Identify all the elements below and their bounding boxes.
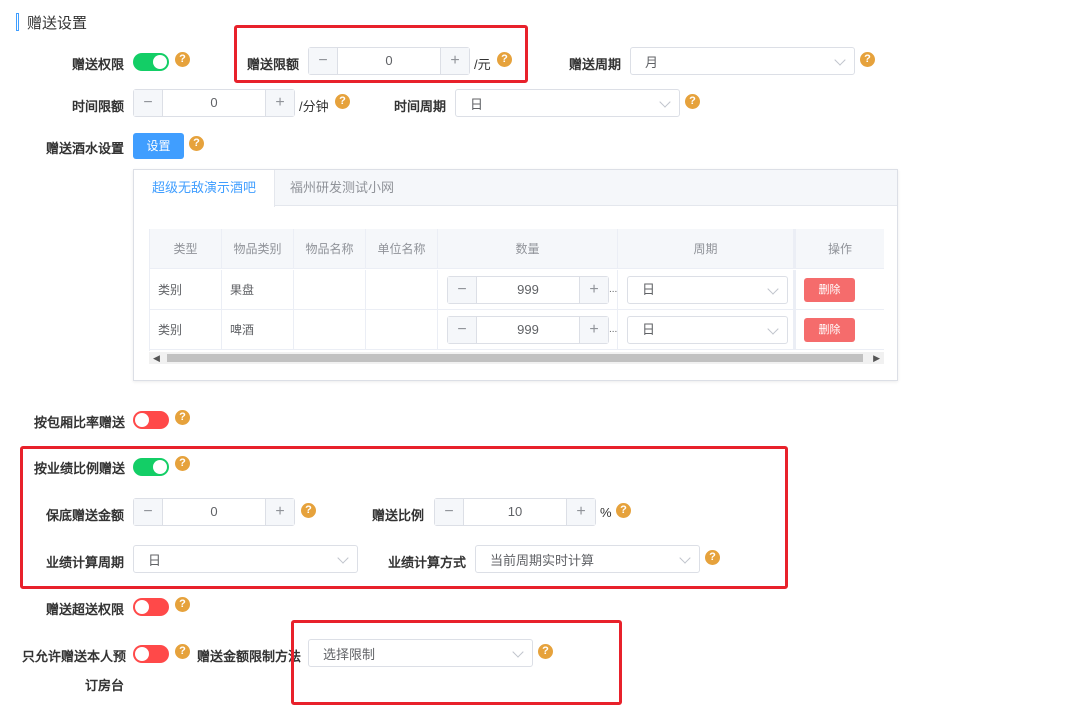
own-room-only-help-icon[interactable]: ?	[175, 644, 190, 659]
cell-category: 啤酒	[222, 310, 294, 350]
over-permission-switch[interactable]	[133, 598, 169, 616]
table-horizontal-scrollbar[interactable]: ◀ ▶	[149, 352, 884, 364]
gift-permission-switch[interactable]	[133, 53, 169, 71]
chevron-down-icon	[834, 54, 846, 66]
section-title: 赠送设置	[16, 12, 87, 32]
section-title-bar	[16, 13, 19, 31]
time-limit-unit: /分钟	[299, 99, 329, 114]
wine-setting-label: 赠送酒水设置	[46, 141, 125, 156]
qty-ellipsis: ...	[609, 284, 618, 295]
period-select[interactable]: 日	[627, 316, 788, 344]
qty-plus-button[interactable]: +	[579, 317, 608, 343]
own-room-only-switch[interactable]	[133, 645, 169, 663]
column-header: 物品名称	[294, 229, 366, 269]
amount-limit-method-label: 赠送金额限制方法	[197, 649, 302, 664]
wine-setting-button[interactable]: 设置	[133, 133, 184, 159]
column-header: 物品类别	[222, 229, 294, 269]
cell-unit	[366, 270, 438, 310]
highlight-box-gift-limit	[234, 25, 528, 83]
room-ratio-label: 按包厢比率赠送	[34, 415, 126, 430]
cell-action: 删除	[794, 310, 884, 350]
gift-period-value: 月	[645, 54, 659, 70]
cell-period: 日	[618, 270, 794, 310]
room-ratio-help-icon[interactable]: ?	[175, 410, 190, 425]
scroll-right-icon[interactable]: ▶	[873, 353, 880, 364]
qty-value[interactable]: 999	[477, 317, 579, 343]
cell-action: 删除	[794, 270, 884, 310]
delete-button[interactable]: 删除	[804, 318, 855, 342]
time-period-value: 日	[470, 96, 484, 112]
time-limit-label: 时间限额	[72, 99, 125, 114]
qty-minus-button[interactable]: −	[448, 317, 477, 343]
qty-stepper[interactable]: − 999 +	[447, 276, 609, 304]
qty-ellipsis: ...	[609, 324, 618, 335]
chevron-down-icon	[659, 96, 671, 108]
cell-type: 类别	[150, 310, 222, 350]
time-period-label: 时间周期	[394, 99, 447, 114]
tab-venue-1[interactable]: 超级无敌演示酒吧	[134, 170, 276, 207]
time-limit-help-icon[interactable]: ?	[335, 94, 350, 109]
over-permission-label: 赠送超送权限	[46, 602, 125, 617]
wine-setting-help-icon[interactable]: ?	[189, 136, 204, 151]
cell-unit	[366, 310, 438, 350]
gift-period-help-icon[interactable]: ?	[860, 52, 875, 67]
column-header: 类型	[150, 229, 222, 269]
venue-tabs: 超级无敌演示酒吧 福州研发测试小网	[134, 170, 897, 207]
gift-permission-label: 赠送权限	[72, 57, 125, 72]
own-room-only-label-cont: 订房台	[85, 678, 125, 693]
cell-name	[294, 270, 366, 310]
time-period-select[interactable]: 日	[455, 89, 680, 117]
gift-permission-help-icon[interactable]: ?	[175, 52, 190, 67]
period-value: 日	[642, 322, 656, 337]
column-header: 操作	[794, 229, 884, 269]
column-header: 单位名称	[366, 229, 438, 269]
scrollbar-thumb[interactable]	[167, 354, 863, 362]
time-limit-value[interactable]: 0	[163, 90, 265, 116]
column-header: 数量	[438, 229, 618, 269]
time-limit-minus-button[interactable]: −	[134, 90, 163, 116]
gift-period-label: 赠送周期	[569, 57, 622, 72]
cell-type: 类别	[150, 270, 222, 310]
table-row: 类别 果盘 − 999 + ... 日 删除	[150, 270, 884, 310]
table-row: 类别 啤酒 − 999 + ... 日 删除	[150, 310, 884, 350]
table-header: 类型 物品类别 物品名称 单位名称 数量 周期 操作	[150, 229, 884, 269]
scroll-left-icon[interactable]: ◀	[153, 353, 160, 364]
chevron-down-icon	[767, 283, 779, 295]
cell-category: 果盘	[222, 270, 294, 310]
qty-stepper[interactable]: − 999 +	[447, 316, 609, 344]
time-limit-stepper[interactable]: − 0 +	[133, 89, 295, 117]
time-period-help-icon[interactable]: ?	[685, 94, 700, 109]
wine-setting-card: 超级无敌演示酒吧 福州研发测试小网 类型 物品类别 物品名称 单位名称 数量 周…	[133, 169, 898, 381]
delete-button[interactable]: 删除	[804, 278, 855, 302]
time-limit-plus-button[interactable]: +	[265, 90, 294, 116]
qty-value[interactable]: 999	[477, 277, 579, 303]
chevron-down-icon	[767, 323, 779, 335]
over-permission-help-icon[interactable]: ?	[175, 597, 190, 612]
tab-venue-2[interactable]: 福州研发测试小网	[272, 170, 412, 206]
room-ratio-switch[interactable]	[133, 411, 169, 429]
cell-qty: − 999 + ...	[438, 270, 618, 310]
period-value: 日	[642, 282, 656, 297]
own-room-only-label: 只允许赠送本人预	[22, 649, 127, 664]
cell-qty: − 999 + ...	[438, 310, 618, 350]
qty-plus-button[interactable]: +	[579, 277, 608, 303]
period-select[interactable]: 日	[627, 276, 788, 304]
gift-period-select[interactable]: 月	[630, 47, 855, 75]
cell-period: 日	[618, 310, 794, 350]
highlight-box-limit-method	[291, 620, 622, 705]
highlight-box-perf-ratio	[20, 446, 788, 589]
qty-minus-button[interactable]: −	[448, 277, 477, 303]
cell-name	[294, 310, 366, 350]
column-header: 周期	[618, 229, 794, 269]
gift-items-table: 类型 物品类别 物品名称 单位名称 数量 周期 操作 类别 果盘 − 999 +…	[149, 229, 884, 351]
section-title-text: 赠送设置	[27, 14, 88, 32]
